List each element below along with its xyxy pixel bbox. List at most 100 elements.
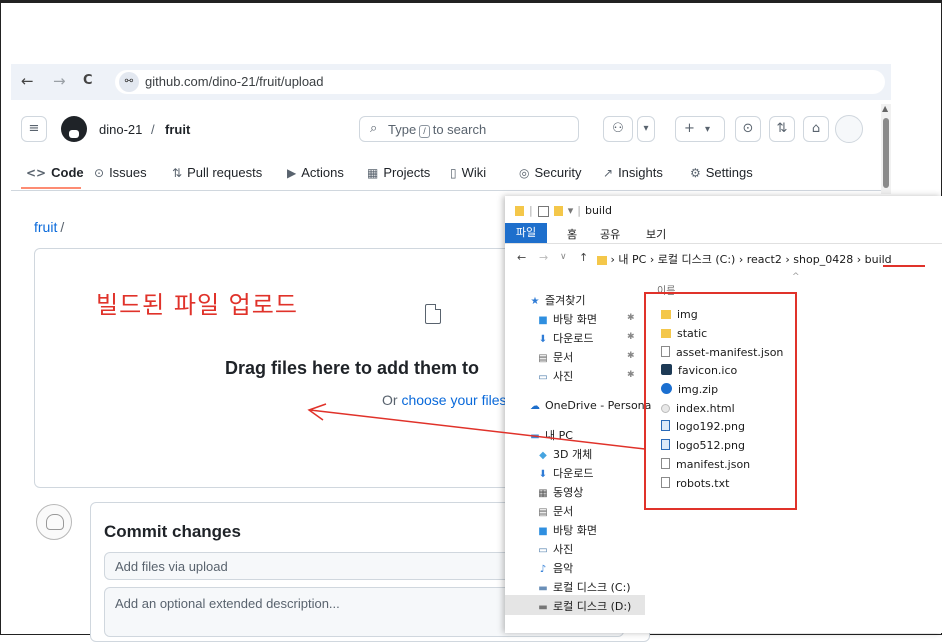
file-explorer-window: | ▾ | build 파일 홈 공유 보기 ← → ∨ ↑ › 내 PC › 로컬 … [505,196,942,633]
tab-wiki[interactable]: ▯ Wiki [450,165,486,180]
copilot-dropdown[interactable]: ▾ [637,116,655,142]
tab-actions[interactable]: ▶ Actions [287,165,344,180]
file-item[interactable]: favicon.ico [661,364,737,377]
commit-title: Commit changes [104,522,241,541]
tab-code[interactable]: <> Code [26,165,84,180]
tab-settings[interactable]: ⚙ Settings [690,165,753,180]
pictures-icon: ▭ [538,545,548,556]
ribbon-tab-share[interactable]: 공유 [600,226,620,242]
address-bar[interactable]: ⚯ github.com/dino-21/fruit/upload [115,70,885,94]
nav-item[interactable]: ▤ 문서 [537,503,573,519]
recent-locations-icon[interactable]: ∨ [560,252,567,262]
nav-item[interactable]: ■ 바탕 화면 [537,522,597,538]
tab-issues[interactable]: ⊙ Issues [94,165,147,180]
cube-icon: ◆ [539,450,547,461]
user-avatar[interactable] [835,115,863,143]
repo-owner-link[interactable]: dino-21 [99,122,142,137]
explorer-titlebar: | ▾ | build [515,204,612,217]
forward-arrow-icon[interactable]: → [53,72,66,90]
image-file-icon [661,420,670,431]
ribbon-tab-file[interactable]: 파일 [505,223,547,243]
active-tab-indicator [21,187,81,189]
nav-item[interactable]: ▭ 사진 [537,541,573,557]
site-settings-icon[interactable]: ⚯ [119,72,139,92]
star-icon: ★ [530,296,540,307]
nav-item[interactable]: ■ 바탕 화면 [537,311,597,327]
json-file-icon [661,458,670,469]
create-new-button[interactable]: + ▾ [675,116,725,142]
github-header: ≡ dino-21 / fruit ⌕ Type / to search ⚇ ▾ +… [11,104,891,191]
path-shop[interactable]: shop_0428 [793,253,853,266]
nav-item[interactable]: ♪ 음악 [537,560,573,576]
file-item[interactable]: static [661,327,707,340]
file-item[interactable]: img [661,308,698,321]
ribbon-tab-view[interactable]: 보기 [646,226,666,242]
nav-item[interactable]: ▤ 문서 [537,349,573,365]
tab-security[interactable]: ◎ Security [519,165,581,180]
file-item[interactable]: manifest.json [661,458,750,471]
up-arrow-icon[interactable]: ↑ [579,251,588,264]
annotation-text: 빌드된 파일 업로드 [96,291,298,319]
path-react2[interactable]: react2 [747,253,782,266]
path-local-disk[interactable]: 로컬 디스크 (C:) [658,253,736,266]
breadcrumb-repo-link[interactable]: fruit [34,219,57,235]
search-input[interactable]: ⌕ Type / to search [359,116,579,142]
pin-icon: ✱ [627,332,635,342]
issues-button[interactable]: ⊙ [735,116,761,142]
reload-icon[interactable]: C [83,73,93,88]
pull-requests-button[interactable]: ⇅ [769,116,795,142]
choose-files-link[interactable]: choose your files [401,392,506,408]
nav-item-selected[interactable]: ▬ 로컬 디스크 (C:) [537,579,630,595]
customize-dropdown-icon[interactable]: ▾ [568,204,574,217]
file-item[interactable]: img.zip [661,383,718,396]
tab-projects[interactable]: ▦ Projects [367,165,430,180]
nav-item[interactable]: ▬ 로컬 디스크 (D:) [537,598,631,614]
file-item[interactable]: asset-manifest.json [661,346,783,359]
sort-indicator-icon: ^ [792,272,800,282]
file-item[interactable]: index.html [661,402,735,415]
nav-item[interactable]: ▦ 동영상 [537,484,583,500]
copilot-button[interactable]: ⚇ [603,116,633,142]
back-arrow-icon[interactable]: ← [21,72,34,90]
desktop-icon: ■ [538,315,548,326]
file-item[interactable]: robots.txt [661,477,729,490]
breadcrumb: fruit / [34,219,64,235]
inbox-button[interactable]: ⌂ [803,116,829,142]
scroll-up-arrow-icon[interactable]: ▲ [882,104,888,113]
nav-item[interactable]: ▬ 내 PC [529,427,573,443]
back-arrow-icon[interactable]: ← [517,251,526,264]
path-this-pc[interactable]: 내 PC [618,253,646,266]
nav-item[interactable]: ☁ OneDrive - Persona [529,399,651,412]
graph-icon: ↗ [603,166,614,180]
search-icon: ⌕ [370,121,378,136]
explorer-address-bar[interactable]: ← → ∨ ↑ › 내 PC › 로컬 디스크 (C:) › react2 › … [505,247,942,269]
tab-pull-requests[interactable]: ⇅ Pull requests [172,165,262,180]
forward-arrow-icon[interactable]: → [539,251,548,264]
github-logo-icon[interactable] [61,116,87,142]
url-text[interactable]: github.com/dino-21/fruit/upload [145,74,324,89]
dropzone-title: Drag files here to add them to [225,358,480,378]
file-item[interactable]: logo192.png [661,420,745,433]
music-icon: ♪ [539,564,547,575]
file-icon [425,304,441,324]
nav-item[interactable]: ★ 즐겨찾기 [529,292,586,308]
breadcrumb-separator: / [60,219,65,235]
inbox-icon: ⌂ [811,121,821,136]
page-scrollbar[interactable]: ▲ [881,104,891,194]
browser-toolbar: ← → C ⚯ github.com/dino-21/fruit/upload [11,64,891,100]
repo-name-link[interactable]: fruit [165,122,190,137]
nav-item[interactable]: ▭ 사진 [537,368,573,384]
header-divider [11,190,891,191]
checkbox-icon[interactable] [537,205,549,217]
menu-button[interactable]: ≡ [21,116,47,142]
pin-icon: ✱ [627,313,635,323]
scrollbar-thumb[interactable] [883,118,889,188]
nav-item[interactable]: ⬇ 다운로드 [537,465,594,481]
file-item[interactable]: logo512.png [661,439,745,452]
tab-insights[interactable]: ↗ Insights [603,165,663,180]
nav-item[interactable]: ◆ 3D 개체 [537,446,592,462]
ribbon-tab-home[interactable]: 홈 [567,226,577,242]
issue-icon: ⊙ [742,121,754,136]
repo-separator: / [151,122,155,137]
nav-item[interactable]: ⬇ 다운로드 [537,330,594,346]
